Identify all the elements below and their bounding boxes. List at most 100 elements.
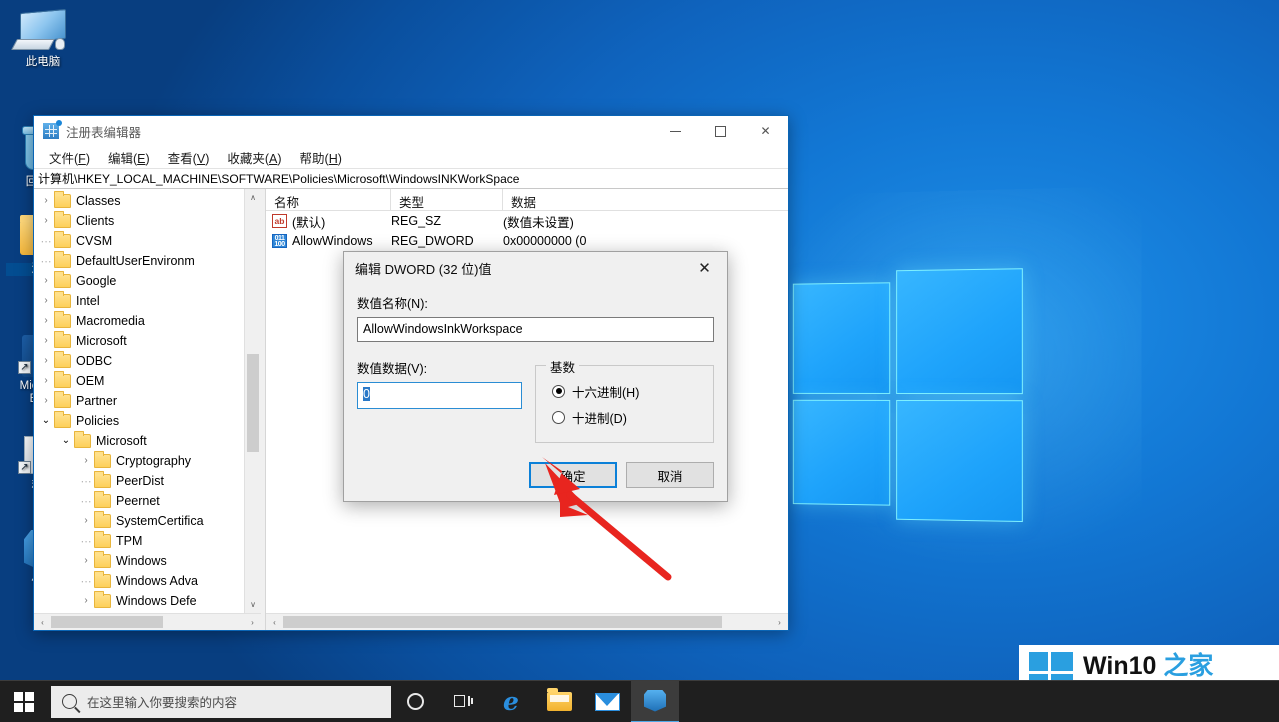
tree-node[interactable]: ›SystemCertifica: [34, 511, 244, 531]
desktop[interactable]: 此电脑 回收站 测试 e↗ Microsoft Edge ↗ 秒关 修改 注册表…: [0, 0, 1279, 722]
regedit-taskbar-button[interactable]: [631, 681, 679, 722]
maximize-button[interactable]: [698, 116, 743, 146]
tree-node[interactable]: ›Cryptography: [34, 451, 244, 471]
tree-node[interactable]: ⋯Peernet: [34, 491, 244, 511]
value-row[interactable]: 011100AllowWindowsREG_DWORD0x00000000 (0: [266, 231, 788, 251]
radio-decimal-icon[interactable]: [552, 411, 565, 424]
registry-tree[interactable]: › Classes ›Clients⋯CVSM⋯DefaultUserEnviron…: [34, 189, 244, 613]
value-row[interactable]: ab(默认)REG_SZ(数值未设置): [266, 211, 788, 231]
file-explorer-button[interactable]: [535, 681, 583, 722]
tree-node[interactable]: ›ODBC: [34, 351, 244, 371]
radio-hexadecimal-icon[interactable]: [552, 385, 565, 398]
tree-node[interactable]: ›Google: [34, 271, 244, 291]
tree-node[interactable]: ⋯DefaultUserEnvironm: [34, 251, 244, 271]
tree-node[interactable]: › Macromedia: [34, 311, 244, 331]
chevron-right-icon[interactable]: ›: [78, 451, 94, 471]
scroll-thumb[interactable]: [283, 616, 722, 628]
tree-node[interactable]: ⋯TPM: [34, 531, 244, 551]
regedit-icon: [644, 690, 666, 712]
tree-node[interactable]: ⋯CVSM: [34, 231, 244, 251]
scroll-left-button[interactable]: ‹: [34, 614, 51, 630]
edge-taskbar-button[interactable]: e: [487, 681, 535, 722]
chevron-right-icon[interactable]: ›: [38, 291, 54, 311]
tree-node[interactable]: ›Partner: [34, 391, 244, 411]
scroll-right-button[interactable]: ›: [771, 614, 788, 630]
tree-node[interactable]: › Microsoft: [34, 331, 244, 351]
start-button[interactable]: [0, 681, 48, 722]
cancel-button[interactable]: 取消: [626, 462, 714, 488]
mail-button[interactable]: [583, 681, 631, 722]
value-data-input[interactable]: 0: [357, 382, 522, 409]
tree-node[interactable]: ⌄Microsoft: [34, 431, 244, 451]
menu-edit[interactable]: 编辑(E): [99, 146, 159, 169]
tree-node[interactable]: ›Windows: [34, 551, 244, 571]
chevron-right-icon[interactable]: ›: [78, 591, 94, 611]
tree-node-spacer: ⋯: [38, 235, 54, 248]
title-bar[interactable]: 注册表编辑器 ✕: [34, 116, 788, 146]
menu-view[interactable]: 查看(V): [159, 146, 219, 169]
chevron-right-icon[interactable]: ›: [38, 311, 54, 331]
chevron-right-icon[interactable]: ›: [38, 391, 54, 411]
folder-icon: [94, 454, 111, 468]
values-horizontal-scrollbar[interactable]: ‹ ›: [266, 613, 788, 630]
scroll-up-button[interactable]: ∧: [245, 189, 261, 206]
tree-node-label: Macromedia: [76, 314, 145, 328]
value-name-input[interactable]: AllowWindowsInkWorkspace: [357, 317, 714, 342]
chevron-right-icon[interactable]: ›: [78, 511, 94, 531]
column-header-data[interactable]: 数据: [503, 189, 788, 210]
desktop-icon-this-pc[interactable]: 此电脑: [6, 8, 80, 69]
tree-node[interactable]: ⋯PeerDist: [34, 471, 244, 491]
chevron-down-icon[interactable]: ⌄: [38, 411, 54, 431]
chevron-right-icon[interactable]: ›: [38, 331, 54, 351]
cortana-button[interactable]: [391, 681, 439, 722]
tree-node[interactable]: ⌄Policies: [34, 411, 244, 431]
tree-vertical-scrollbar[interactable]: ∧ ∨: [244, 189, 261, 613]
scroll-track[interactable]: [51, 614, 244, 630]
minimize-button[interactable]: [653, 116, 698, 146]
radio-hexadecimal[interactable]: 十六进制(H): [552, 378, 713, 404]
scroll-thumb[interactable]: [247, 354, 259, 452]
chevron-right-icon[interactable]: ›: [38, 211, 54, 231]
registry-tree-pane[interactable]: › Classes ›Clients⋯CVSM⋯DefaultUserEnviron…: [34, 189, 262, 630]
tree-node[interactable]: ›Clients: [34, 211, 244, 231]
scroll-left-button[interactable]: ‹: [266, 614, 283, 630]
address-bar[interactable]: 计算机\HKEY_LOCAL_MACHINE\SOFTWARE\Policies…: [34, 168, 788, 189]
folder-icon: [94, 534, 111, 548]
taskbar[interactable]: 在这里输入你要搜索的内容 e: [0, 680, 1279, 722]
ok-button[interactable]: 确定: [529, 462, 617, 488]
edit-dword-dialog[interactable]: 编辑 DWORD (32 位)值 ✕ 数值名称(N): AllowWindows…: [343, 251, 728, 502]
task-view-button[interactable]: [439, 681, 487, 722]
chevron-right-icon[interactable]: ›: [78, 551, 94, 571]
column-header-type[interactable]: 类型: [391, 189, 503, 210]
taskbar-search-input[interactable]: 在这里输入你要搜索的内容: [51, 686, 391, 718]
value-name-label: 数值名称(N):: [357, 293, 714, 312]
tree-node[interactable]: › Classes: [34, 191, 244, 211]
tree-horizontal-scrollbar[interactable]: ‹ ›: [34, 613, 261, 630]
scroll-thumb[interactable]: [51, 616, 163, 628]
tree-node[interactable]: ›Intel: [34, 291, 244, 311]
tree-node[interactable]: ›Windows Defe: [34, 591, 244, 611]
radio-decimal[interactable]: 十进制(D): [552, 404, 713, 430]
dialog-title-bar[interactable]: 编辑 DWORD (32 位)值 ✕: [344, 252, 727, 284]
close-button[interactable]: ✕: [743, 116, 788, 146]
column-header-name[interactable]: 名称: [266, 189, 391, 210]
menu-bar[interactable]: 文件(F) 编辑(E) 查看(V) 收藏夹(A) 帮助(H): [34, 146, 788, 168]
dialog-close-icon[interactable]: ✕: [682, 252, 727, 284]
chevron-right-icon[interactable]: ›: [38, 351, 54, 371]
scroll-track[interactable]: [245, 206, 261, 596]
scroll-track[interactable]: [283, 614, 771, 630]
values-column-headers[interactable]: 名称 类型 数据: [266, 189, 788, 211]
tree-node-label: Microsoft: [76, 334, 127, 348]
chevron-right-icon[interactable]: ›: [38, 371, 54, 391]
scroll-down-button[interactable]: ∨: [245, 596, 261, 613]
tree-node[interactable]: ›OEM: [34, 371, 244, 391]
tree-node-label: Classes: [76, 194, 120, 208]
menu-help[interactable]: 帮助(H): [291, 146, 351, 169]
menu-favorites[interactable]: 收藏夹(A): [218, 146, 290, 169]
chevron-right-icon[interactable]: ›: [38, 191, 54, 211]
menu-file[interactable]: 文件(F): [40, 146, 99, 169]
scroll-right-button[interactable]: ›: [244, 614, 261, 630]
chevron-right-icon[interactable]: ›: [38, 271, 54, 291]
tree-node[interactable]: ⋯Windows Adva: [34, 571, 244, 591]
chevron-down-icon[interactable]: ⌄: [58, 431, 74, 451]
